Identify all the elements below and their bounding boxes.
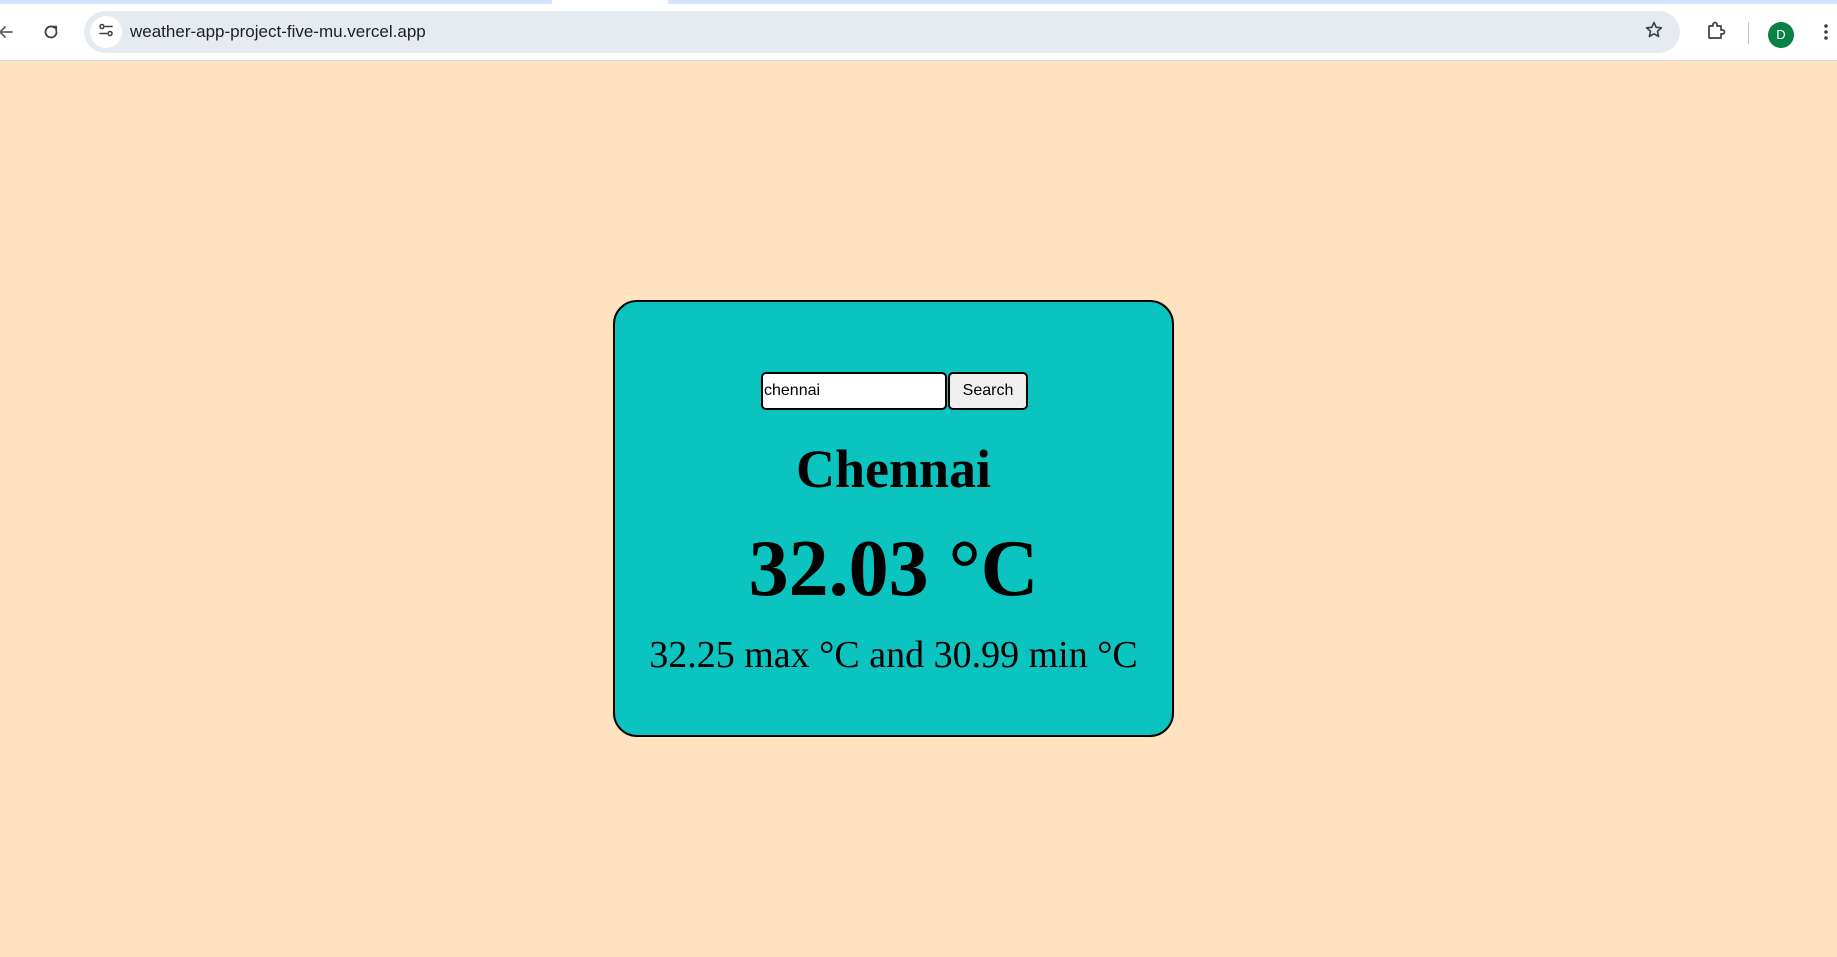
address-bar[interactable]: weather-app-project-five-mu.vercel.app (84, 11, 1680, 53)
browser-toolbar: weather-app-project-five-mu.vercel.app D (0, 4, 1837, 61)
toolbar-divider (1748, 22, 1749, 44)
extensions-button[interactable] (1700, 16, 1732, 48)
puzzle-icon (1705, 19, 1727, 46)
url-text[interactable]: weather-app-project-five-mu.vercel.app (130, 11, 426, 53)
city-name: Chennai (795, 439, 992, 499)
search-button[interactable]: Search (948, 372, 1028, 410)
site-info-button[interactable] (90, 16, 122, 48)
weather-card: Search Chennai 32.03 °C 32.25 max °C and… (613, 300, 1174, 737)
star-icon (1644, 20, 1664, 45)
search-row: Search (761, 372, 1028, 410)
reload-button[interactable] (35, 16, 67, 48)
min-max-temperature: 32.25 max °C and 30.99 min °C (649, 634, 1138, 676)
browser-menu-button[interactable] (1816, 18, 1836, 50)
profile-avatar[interactable]: D (1768, 22, 1794, 48)
current-temperature: 32.03 °C (748, 525, 1039, 613)
reload-icon (41, 22, 61, 42)
page-background: Search Chennai 32.03 °C 32.25 max °C and… (0, 61, 1837, 957)
three-dot-menu-icon (1823, 22, 1829, 47)
back-arrow-icon (0, 22, 16, 42)
back-button[interactable] (0, 16, 22, 48)
site-info-icon (97, 21, 115, 44)
city-search-input[interactable] (761, 372, 947, 410)
bookmark-button[interactable] (1638, 16, 1670, 48)
